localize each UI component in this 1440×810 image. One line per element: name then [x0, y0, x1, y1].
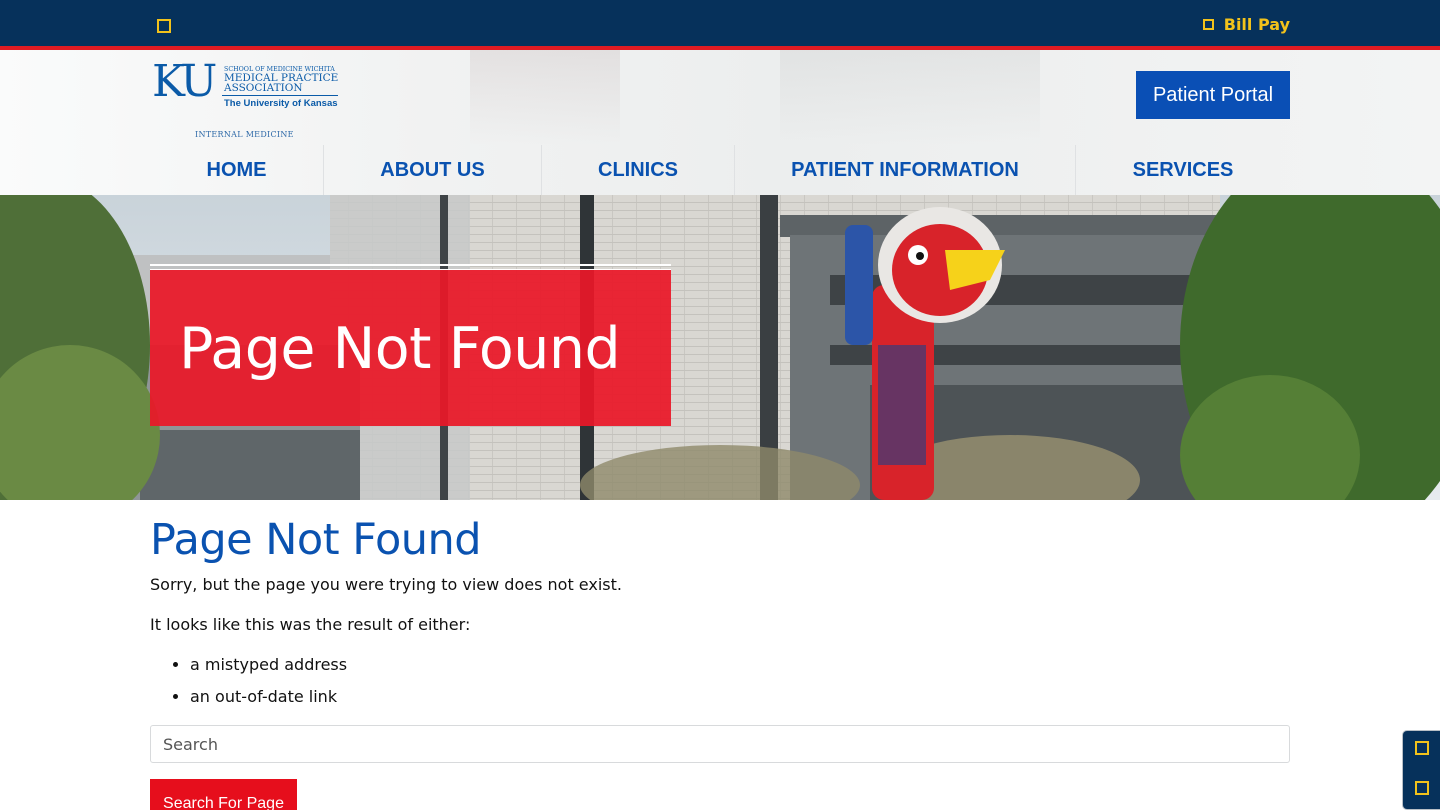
reason-intro: It looks like this was the result of eit… — [150, 615, 471, 634]
reason-list: a mistyped address an out-of-date link — [190, 655, 347, 719]
hero-title: Page Not Found — [179, 316, 621, 382]
nav-item-about-us[interactable]: ABOUT US — [324, 145, 542, 195]
nav-item-clinics[interactable]: CLINICS — [542, 145, 735, 195]
nav-item-patient-information[interactable]: PATIENT INFORMATION — [735, 145, 1076, 195]
list-item: an out-of-date link — [190, 687, 347, 719]
floating-widget — [1402, 730, 1440, 810]
page-title: Page Not Found — [150, 515, 482, 565]
square-icon[interactable] — [1415, 781, 1429, 795]
bill-pay-link[interactable]: Bill Pay — [1202, 15, 1290, 34]
list-item: a mistyped address — [190, 655, 347, 687]
banner-top-rule — [150, 264, 671, 266]
search-for-page-button[interactable]: Search For Page — [150, 779, 297, 810]
square-icon[interactable] — [1415, 741, 1429, 755]
search-input[interactable] — [150, 725, 1290, 763]
logo-org-line2: ASSOCIATION — [224, 82, 303, 94]
site-logo[interactable]: KU SCHOOL OF MEDICINE WICHITA MEDICAL PR… — [152, 60, 342, 144]
logo-university: The University of Kansas — [224, 98, 338, 109]
logo-ku-mark: KU — [152, 56, 217, 107]
nav-item-services[interactable]: SERVICES — [1076, 145, 1290, 195]
square-icon — [1202, 19, 1214, 30]
logo-rule — [222, 95, 338, 96]
error-message: Sorry, but the page you were trying to v… — [150, 575, 622, 594]
main-nav: HOME ABOUT US CLINICS PATIENT INFORMATIO… — [150, 145, 1290, 195]
bill-pay-label: Bill Pay — [1223, 15, 1290, 34]
site-header: KU SCHOOL OF MEDICINE WICHITA MEDICAL PR… — [0, 50, 1440, 195]
nav-item-home[interactable]: HOME — [150, 145, 324, 195]
square-icon[interactable] — [157, 19, 171, 33]
logo-department: INTERNAL MEDICINE — [195, 130, 294, 139]
hero-title-banner: Page Not Found — [150, 269, 671, 426]
top-utility-bar: Bill Pay — [0, 0, 1440, 46]
main-content: Page Not Found Sorry, but the page you w… — [150, 515, 1290, 810]
patient-portal-button[interactable]: Patient Portal — [1136, 71, 1290, 119]
